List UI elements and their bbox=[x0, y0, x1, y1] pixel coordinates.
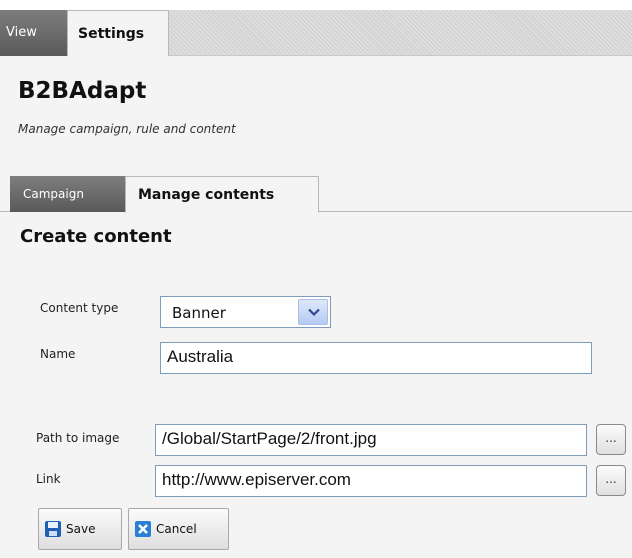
path-label: Path to image bbox=[36, 431, 120, 445]
close-x-icon bbox=[135, 521, 151, 537]
name-field[interactable]: Australia bbox=[160, 342, 592, 374]
content-type-label: Content type bbox=[40, 301, 119, 315]
tab-view[interactable]: View bbox=[0, 10, 67, 56]
content-type-value: Banner bbox=[172, 304, 226, 322]
path-field[interactable]: /Global/StartPage/2/front.jpg bbox=[155, 424, 587, 456]
dropdown-button[interactable] bbox=[298, 299, 328, 325]
chevron-down-icon bbox=[308, 308, 320, 317]
link-field[interactable]: http://www.episerver.com bbox=[155, 465, 587, 497]
tab-manage-contents[interactable]: Manage contents bbox=[125, 176, 319, 213]
cancel-button-label: Cancel bbox=[156, 522, 197, 536]
name-label: Name bbox=[40, 347, 76, 361]
save-button-label: Save bbox=[66, 522, 96, 536]
cancel-button[interactable]: Cancel bbox=[128, 508, 229, 550]
section-title: Create content bbox=[20, 226, 172, 247]
tab-campaign[interactable]: Campaign bbox=[10, 176, 125, 212]
sub-tab-bar: Campaign Manage contents bbox=[0, 176, 632, 213]
top-strip bbox=[0, 0, 632, 10]
floppy-disk-icon bbox=[45, 521, 61, 537]
tab-settings[interactable]: Settings bbox=[67, 10, 169, 56]
page-title: B2BAdapt bbox=[18, 78, 147, 104]
browse-link-button[interactable]: ... bbox=[596, 465, 626, 496]
browse-path-button[interactable]: ... bbox=[596, 424, 626, 455]
page-subtitle: Manage campaign, rule and content bbox=[18, 122, 236, 136]
save-button[interactable]: Save bbox=[38, 508, 122, 550]
content-type-select[interactable]: Banner bbox=[160, 296, 331, 328]
link-label: Link bbox=[36, 472, 61, 486]
